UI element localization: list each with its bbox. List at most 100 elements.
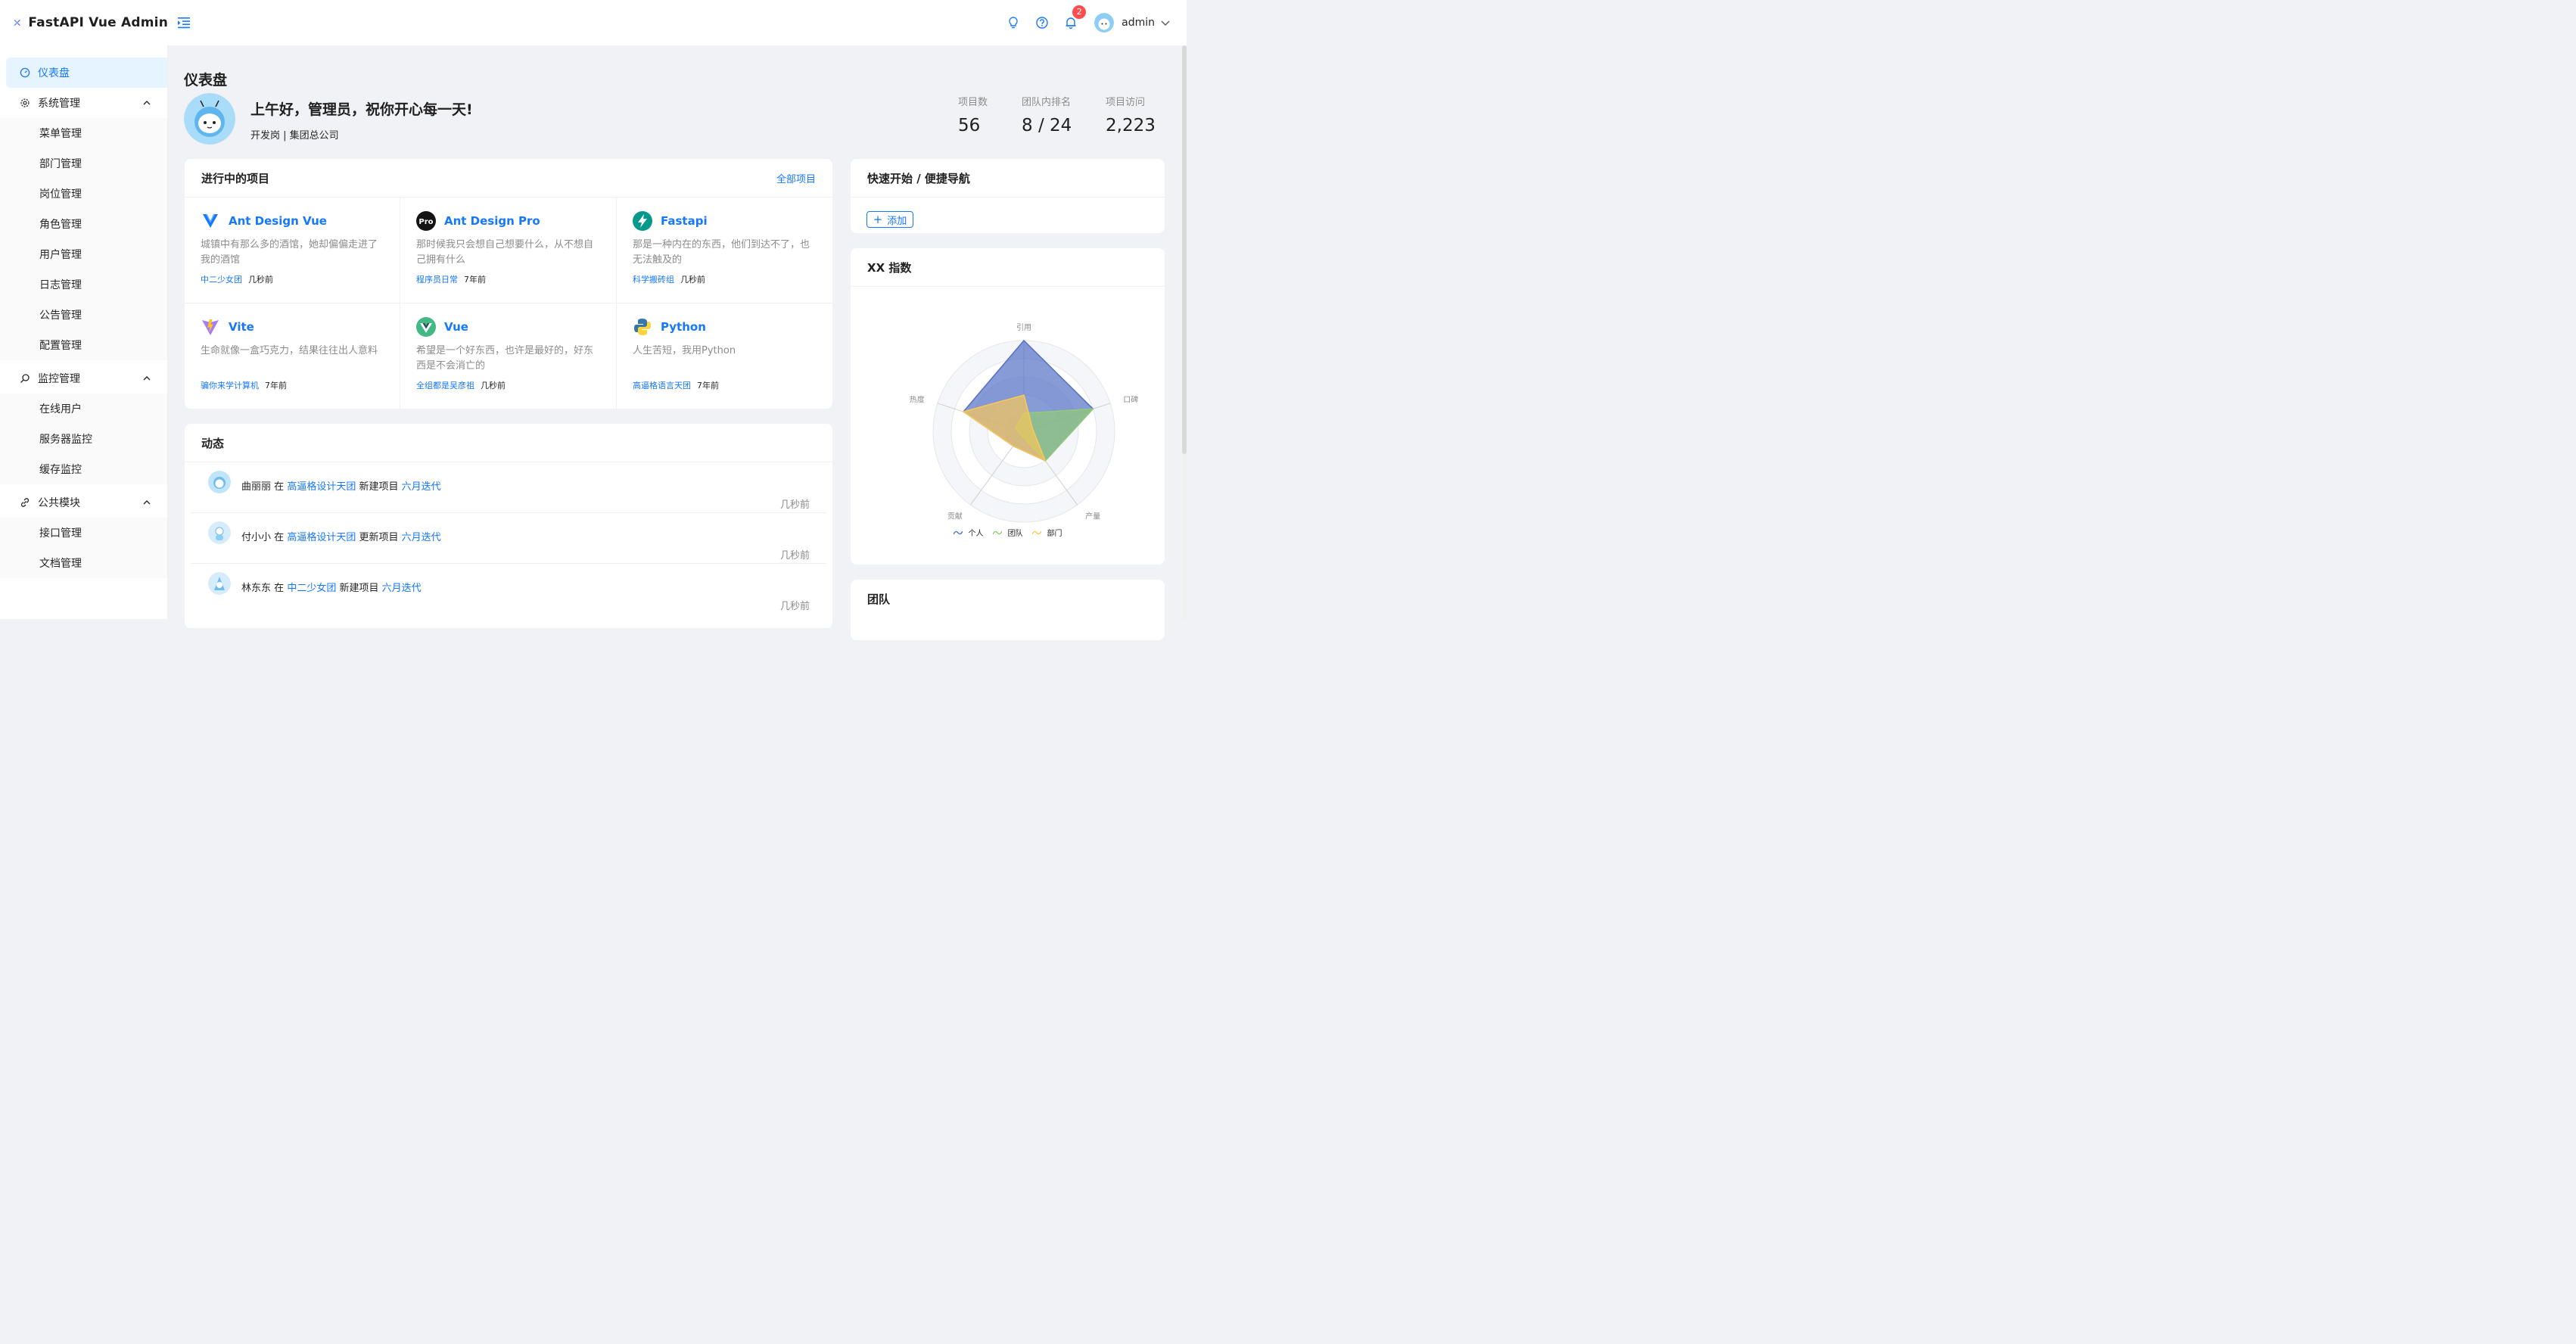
radar-indicator-label: 热度	[910, 394, 925, 404]
sidebar-item-log[interactable]: 日志管理	[0, 269, 167, 300]
activity-group-link[interactable]: 高逼格设计天团	[287, 532, 356, 543]
project-desc: 生命就像一盒巧克力，结果往往出人意料	[201, 345, 378, 356]
notification-bell[interactable]: 2	[1064, 5, 1087, 30]
card-title: 进行中的项目	[201, 171, 270, 185]
sidebar-item-dept[interactable]: 部门管理	[0, 148, 167, 179]
stat-value: 2,223	[1106, 116, 1156, 135]
project-item[interactable]: Ant Design Vue 城镇中有那么多的酒馆，她却偏偏走进了我的酒馆 中二…	[185, 198, 400, 303]
sidebar-item-label: 角色管理	[39, 219, 82, 231]
vite-icon	[202, 319, 219, 335]
activity-text: 曲丽丽 在 高逼格设计天团 新建项目 六月迭代	[241, 478, 441, 493]
project-name: Vite	[229, 320, 254, 334]
sidebar-item-server[interactable]: 服务器监控	[0, 424, 167, 454]
sidebar-item-label: 公告管理	[39, 310, 82, 322]
project-time: 几秒前	[248, 275, 273, 285]
activity-user: 曲丽丽	[241, 481, 272, 493]
activity-group-link[interactable]: 高逼格设计天团	[287, 481, 356, 493]
project-item[interactable]: Vite 生命就像一盒巧克力，结果往往出人意料 骗你来学计算机 7年前	[185, 303, 400, 409]
add-button[interactable]: + 添加	[866, 211, 913, 228]
project-group[interactable]: 中二少女团	[201, 273, 242, 285]
sidebar-item-role[interactable]: 角色管理	[0, 209, 167, 239]
bulb-icon[interactable]	[1006, 16, 1020, 30]
legend-label: 部门	[1047, 530, 1062, 538]
project-item[interactable]: Fastapi 那是一种内在的东西，他们到达不了，也无法触及的 科学搬砖组 几秒前	[617, 198, 832, 303]
legend-label: 团队	[1007, 530, 1023, 538]
legend-wave-icon	[1031, 530, 1041, 534]
activity-target-link[interactable]: 六月迭代	[402, 481, 441, 493]
project-desc: 城镇中有那么多的酒馆，她却偏偏走进了我的酒馆	[201, 239, 378, 266]
project-group[interactable]: 程序员日常	[416, 273, 458, 285]
project-desc: 希望是一个好东西，也许是最好的，好东西是不会消亡的	[416, 345, 594, 372]
activity-item: 曲丽丽 在 高逼格设计天团 新建项目 六月迭代 几秒前	[191, 462, 826, 513]
link-icon	[20, 498, 30, 507]
submenu-monitor: 在线用户 服务器监控 缓存监控	[0, 394, 167, 484]
activity-target-link[interactable]: 六月迭代	[402, 532, 441, 543]
sidebar-group-monitor[interactable]: 监控管理	[0, 363, 167, 394]
stat-rank: 团队内排名 8 / 24	[1022, 94, 1072, 135]
project-desc: 那时候我只会想自己想要什么，从不想自己拥有什么	[416, 239, 594, 266]
activity-action: 新建项目	[339, 583, 379, 594]
activity-target-link[interactable]: 六月迭代	[382, 583, 422, 594]
sidebar-item-cache[interactable]: 缓存监控	[0, 454, 167, 484]
brand[interactable]: FastAPI Vue Admin	[0, 12, 168, 33]
activity-user: 付小小	[241, 532, 272, 543]
sidebar-item-docs[interactable]: 文档管理	[0, 548, 167, 578]
question-icon[interactable]	[1035, 16, 1049, 30]
sidebar-group-common[interactable]: 公共模块	[0, 487, 167, 518]
project-grid: Ant Design Vue 城镇中有那么多的酒馆，她却偏偏走进了我的酒馆 中二…	[185, 198, 832, 409]
greeting-title: 上午好，管理员，祝你开心每一天!	[250, 101, 473, 118]
legend-label: 个人	[968, 530, 984, 538]
sidebar-item-post[interactable]: 岗位管理	[0, 179, 167, 209]
project-item[interactable]: Pro Ant Design Pro 那时候我只会想自己想要什么，从不想自己拥有…	[400, 198, 617, 303]
chevron-up-icon	[143, 101, 151, 105]
activity-item: 付小小 在 高逼格设计天团 更新项目 六月迭代 几秒前	[191, 513, 826, 564]
sidebar-item-api[interactable]: 接口管理	[0, 518, 167, 548]
stat-value: 8 / 24	[1022, 116, 1072, 135]
page-scrollbar[interactable]	[1182, 45, 1187, 619]
submenu-system: 菜单管理 部门管理 岗位管理 角色管理 用户管理 日志管理 公告管理 配置管理	[0, 118, 167, 360]
project-group[interactable]: 科学搬砖组	[633, 273, 674, 285]
stat-visits: 项目访问 2,223	[1106, 94, 1156, 135]
sidebar-item-label: 缓存监控	[39, 464, 82, 476]
project-group[interactable]: 骗你来学计算机	[201, 379, 259, 391]
gear-icon	[20, 98, 30, 107]
sidebar-item-online[interactable]: 在线用户	[0, 394, 167, 424]
sidebar-item-label: 日志管理	[39, 279, 82, 291]
legend-item[interactable]: 团队	[992, 527, 1023, 538]
project-time: 7年前	[464, 275, 486, 285]
radar-indicator-label: 贡献	[947, 512, 963, 521]
menu-collapse-icon[interactable]	[176, 14, 192, 31]
project-item[interactable]: Python 人生苦短，我用Python 高逼格语言天团 7年前	[617, 303, 832, 409]
project-desc: 那是一种内在的东西，他们到达不了，也无法触及的	[633, 239, 810, 266]
radar-chart: 引用口碑产量 贡献 热度	[910, 323, 1138, 523]
legend-item[interactable]: 个人	[953, 527, 984, 538]
sidebar-item-menu[interactable]: 菜单管理	[0, 118, 167, 148]
sidebar-item-label: 配置管理	[39, 340, 82, 352]
sidebar-item-dashboard[interactable]: 仪表盘	[6, 58, 167, 88]
pro-icon: Pro	[416, 211, 436, 231]
sidebar: 仪表盘 系统管理 菜单管理 部门管理 岗位管理 角色管理 用户管理 日志管理 公…	[0, 45, 168, 619]
project-group[interactable]: 高逼格语言天团	[633, 379, 691, 391]
project-group[interactable]: 全组都是吴彦祖	[416, 379, 474, 391]
sidebar-group-system[interactable]: 系统管理	[0, 88, 167, 118]
sidebar-item-config[interactable]: 配置管理	[0, 330, 167, 360]
activity-item: 林东东 在 中二少女团 新建项目 六月迭代 几秒前	[191, 564, 826, 614]
sidebar-item-notice[interactable]: 公告管理	[0, 300, 167, 330]
project-time: 几秒前	[680, 275, 705, 285]
card-header: XX 指数	[851, 248, 1165, 287]
search-icon	[20, 374, 30, 383]
project-item[interactable]: Vue 希望是一个好东西，也许是最好的，好东西是不会消亡的 全组都是吴彦祖 几秒前	[400, 303, 617, 409]
fastapi-icon	[633, 211, 652, 231]
scrollbar-thumb[interactable]	[1182, 45, 1187, 454]
user-avatar	[1094, 13, 1115, 33]
activity-group-link[interactable]: 中二少女团	[287, 583, 336, 594]
legend-item[interactable]: 部门	[1031, 527, 1062, 538]
chevron-up-icon	[143, 376, 151, 381]
all-projects-link[interactable]: 全部项目	[776, 171, 816, 185]
sidebar-item-label: 用户管理	[39, 249, 82, 261]
project-time: 几秒前	[481, 381, 506, 390]
avatar	[208, 572, 231, 595]
card-title: 团队	[867, 593, 891, 606]
user-menu[interactable]: admin	[1094, 13, 1170, 33]
sidebar-item-user[interactable]: 用户管理	[0, 239, 167, 269]
